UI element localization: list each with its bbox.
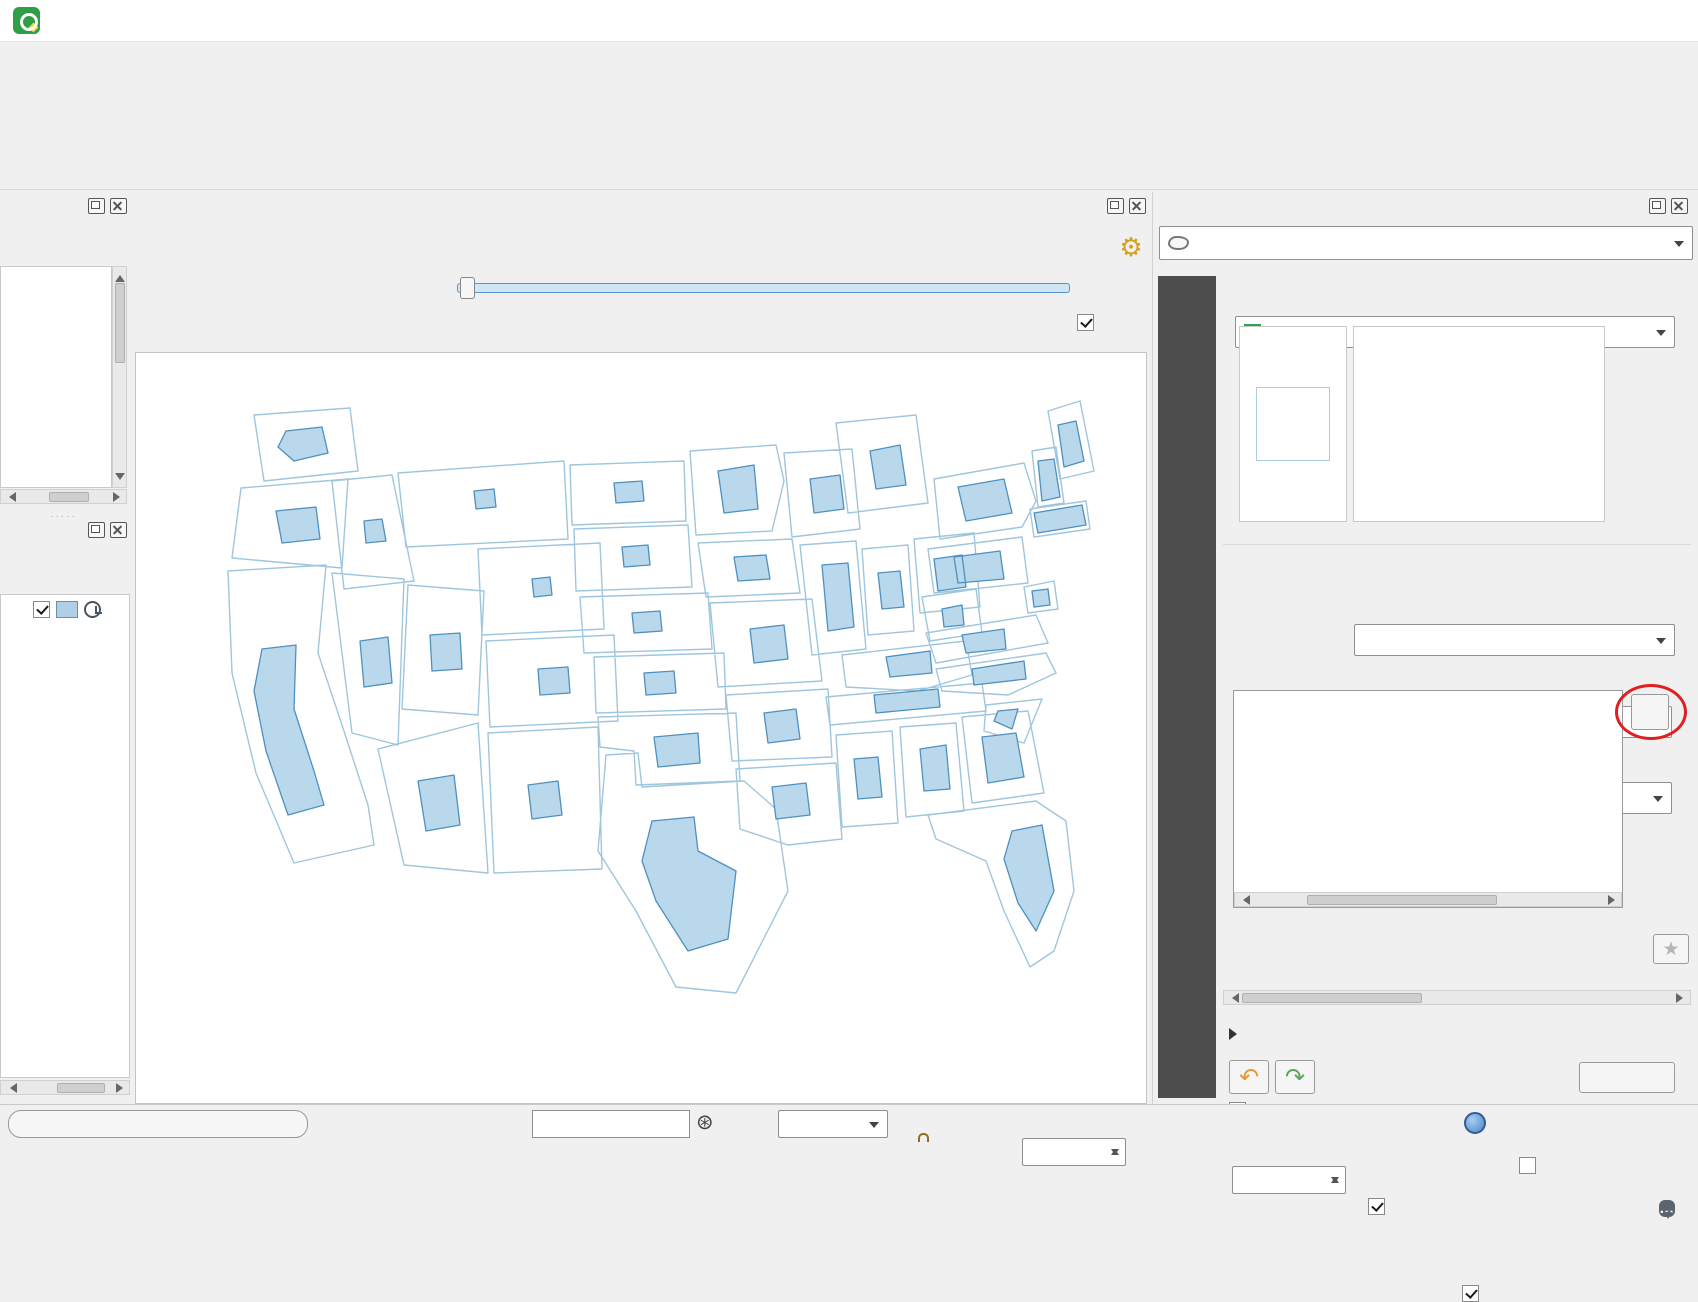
symbol-layer-type-combo[interactable] <box>1354 624 1675 656</box>
loop-checkbox[interactable] <box>1077 314 1094 331</box>
rotation-input[interactable] <box>1232 1166 1346 1194</box>
layer-visibility-checkbox[interactable] <box>33 601 50 618</box>
extents-icon[interactable]: ⊛ <box>696 1112 714 1133</box>
temporal-slider[interactable] <box>457 283 1070 293</box>
expression-builder-button[interactable] <box>1631 694 1669 730</box>
symbol-preview-swatch <box>1256 387 1330 461</box>
title-bar <box>0 0 1698 42</box>
layer-temporal-icon <box>84 601 101 618</box>
apply-button[interactable] <box>1579 1062 1675 1093</box>
browser-float-button[interactable] <box>88 198 105 214</box>
layers-list <box>0 594 130 1078</box>
redo-icon: ↷ <box>1285 1063 1305 1092</box>
browser-close-button[interactable] <box>110 198 127 214</box>
crs-globe-icon[interactable] <box>1464 1112 1486 1134</box>
browser-tree <box>0 266 112 488</box>
temporal-close-button[interactable] <box>1129 198 1146 214</box>
layer-styling-panel: ↪ ★ ↶ ↷ <box>1152 192 1698 1104</box>
browser-hscrollbar[interactable] <box>0 489 127 504</box>
draw-effects-customize-button[interactable]: ★ <box>1653 934 1689 964</box>
layers-panel: ····· <box>0 510 130 1104</box>
styling-undo-button[interactable]: ↶ <box>1229 1060 1269 1094</box>
us-states-map <box>136 353 1146 1103</box>
coordinate-input[interactable] <box>532 1110 690 1138</box>
temporal-settings-button[interactable]: ⚙ <box>1113 230 1149 264</box>
menu-bar <box>0 42 1698 78</box>
temporal-slider-handle[interactable] <box>460 277 475 299</box>
symbol-preview <box>1239 326 1347 522</box>
symbol-layers-tree <box>1353 326 1605 522</box>
messages-icon[interactable]: … <box>1659 1200 1675 1217</box>
toolbar-row-2 <box>0 134 1698 190</box>
geometry-expression-editor[interactable] <box>1233 690 1623 908</box>
draw-effects-checkbox[interactable] <box>1519 1157 1536 1174</box>
temporal-controller-panel: ⚙ ⟳ <box>135 192 1147 352</box>
styling-float-button[interactable] <box>1649 198 1666 214</box>
polygon-layer-icon <box>1168 236 1189 250</box>
styling-tab-strip <box>1158 276 1216 1098</box>
styling-hscrollbar[interactable] <box>1223 990 1691 1005</box>
layer-rendering-expander[interactable] <box>1229 1028 1243 1040</box>
scale-combo[interactable] <box>778 1110 888 1138</box>
status-bar: ⊛ … <box>0 1104 1698 1142</box>
toolbar-row-1 <box>0 78 1698 134</box>
render-checkbox[interactable] <box>1368 1198 1385 1215</box>
styling-close-button[interactable] <box>1671 198 1688 214</box>
live-update-checkbox[interactable] <box>1462 1285 1479 1302</box>
locate-input[interactable] <box>8 1110 308 1138</box>
layer-item-us-states-scale-factor[interactable] <box>1 595 129 623</box>
layer-swatch-icon <box>56 601 78 618</box>
temporal-float-button[interactable] <box>1107 198 1124 214</box>
star-icon: ★ <box>1662 938 1679 961</box>
section-divider <box>1223 544 1691 545</box>
expression-hscrollbar[interactable] <box>1234 892 1622 907</box>
layers-hscrollbar[interactable] <box>0 1080 130 1095</box>
undo-icon: ↶ <box>1239 1063 1259 1092</box>
map-canvas[interactable] <box>135 352 1147 1104</box>
styling-redo-button[interactable]: ↷ <box>1275 1060 1315 1094</box>
styling-layer-combo[interactable] <box>1159 226 1693 260</box>
temporal-settings-gear-icon: ⚙ <box>1119 234 1142 260</box>
browser-panel <box>0 192 130 510</box>
browser-vscrollbar[interactable] <box>112 266 127 488</box>
qgis-logo-icon <box>13 7 40 34</box>
layers-float-button[interactable] <box>88 522 105 538</box>
magnifier-input[interactable] <box>1022 1138 1126 1166</box>
panel-splitter-handle[interactable]: ····· <box>50 511 77 522</box>
layers-close-button[interactable] <box>110 522 127 538</box>
